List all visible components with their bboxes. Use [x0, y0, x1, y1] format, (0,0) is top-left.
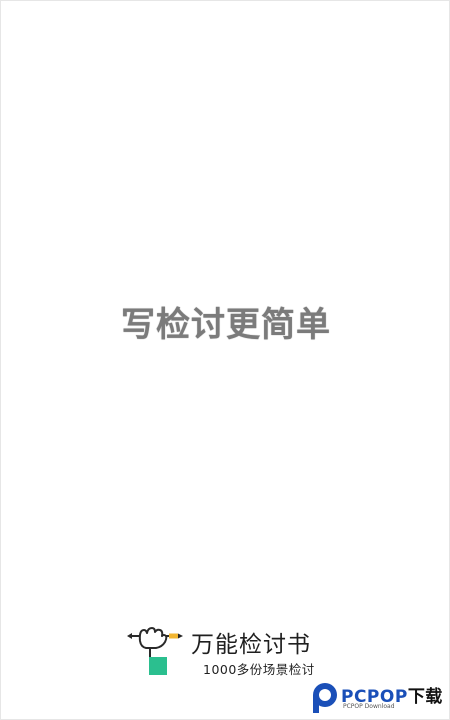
pcpop-watermark: PCPOP下载 PCPOP Download: [309, 679, 447, 715]
app-name: 万能检讨书: [191, 632, 311, 658]
app-tagline: 1000多份场景检讨: [203, 662, 315, 677]
watermark-brand-cn: 下载: [407, 687, 443, 707]
hand-holding-pencil-icon: [127, 627, 183, 675]
watermark-subtitle: PCPOP Download: [343, 703, 395, 710]
pcpop-p-logo-icon: [313, 683, 337, 713]
splash-slogan: 写检讨更简单: [121, 305, 331, 345]
app-brand: 万能检讨书 1000多份场景检讨: [125, 621, 345, 681]
splash-screen: 写检讨更简单 万能检讨书 1000多份场景检讨 PCPOP下载 PCPOP Do…: [0, 0, 450, 720]
